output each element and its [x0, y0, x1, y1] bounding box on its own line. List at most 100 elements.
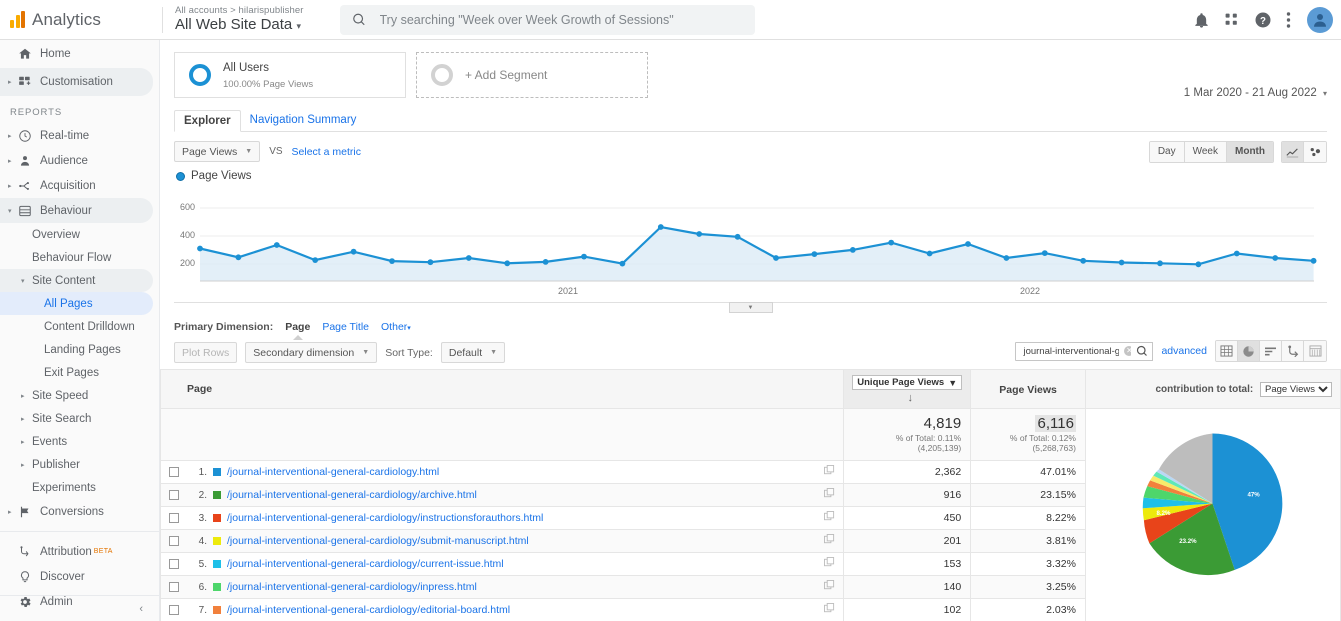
column-header-unique-page-views[interactable]: Unique Page Views ▼ ↓ [843, 369, 972, 409]
table-search-box[interactable]: ✕ [1015, 341, 1140, 361]
apps-grid-icon[interactable] [1224, 12, 1240, 28]
row-checkbox[interactable] [169, 467, 179, 477]
contribution-pie-chart[interactable]: 47% 23.2% 8.2% [1084, 408, 1341, 621]
table-search-input[interactable] [1021, 344, 1122, 358]
advanced-link[interactable]: advanced [1161, 345, 1207, 357]
sort-type-dropdown[interactable]: Default ▼ [440, 342, 506, 363]
open-in-new-window-icon[interactable] [824, 488, 839, 502]
sidebar-item-audience[interactable]: ▸ Audience [0, 148, 159, 173]
row-number: 5. [198, 558, 207, 570]
more-options-icon[interactable] [1286, 11, 1291, 29]
granularity-month[interactable]: Month [1227, 142, 1273, 162]
row-page-link[interactable]: /journal-interventional-general-cardiolo… [227, 466, 439, 478]
help-icon[interactable]: ? [1254, 11, 1272, 29]
row-page-link[interactable]: /journal-interventional-general-cardiolo… [227, 558, 504, 570]
tab-navigation-summary[interactable]: Navigation Summary [241, 110, 366, 131]
sidebar-item-all-pages[interactable]: All Pages [0, 292, 153, 315]
motion-chart-icon[interactable] [1304, 142, 1326, 162]
table-search-button[interactable] [1131, 341, 1154, 361]
tab-explorer[interactable]: Explorer [174, 110, 241, 132]
granularity-week[interactable]: Week [1184, 142, 1227, 162]
notifications-icon[interactable] [1193, 12, 1210, 29]
sidebar-item-label: Experiments [32, 481, 96, 494]
row-checkbox[interactable] [169, 490, 179, 500]
sidebar-item-real-time[interactable]: ▸ Real-time [0, 123, 159, 148]
secondary-dimension-dropdown[interactable]: Secondary dimension ▼ [245, 342, 378, 363]
open-in-new-window-icon[interactable] [824, 534, 839, 548]
date-range-picker[interactable]: 1 Mar 2020 - 21 Aug 2022 ▾ [1184, 87, 1327, 99]
analytics-logo[interactable]: Analytics [0, 10, 160, 30]
account-selector[interactable]: All accounts > hilarispublisher All Web … [175, 5, 304, 34]
property-selector[interactable]: All Web Site Data ▾ [175, 16, 304, 34]
row-checkbox-wrap [161, 467, 187, 477]
sidebar-item-overview[interactable]: Overview [0, 223, 159, 246]
sidebar-item-publisher[interactable]: ▸ Publisher [0, 453, 159, 476]
add-segment-button[interactable]: + Add Segment [416, 52, 648, 98]
sidebar-item-conversions[interactable]: ▸ Conversions [0, 499, 159, 524]
primary-metric-dropdown[interactable]: Page Views ▼ [174, 141, 261, 162]
sidebar-item-exit-pages[interactable]: Exit Pages [0, 361, 159, 384]
row-checkbox[interactable] [169, 559, 179, 569]
date-range-label: 1 Mar 2020 - 21 Aug 2022 [1183, 87, 1317, 99]
sidebar-item-discover[interactable]: Discover [0, 564, 159, 589]
open-in-new-window-icon[interactable] [824, 603, 839, 617]
dimension-page-title[interactable]: Page Title [322, 321, 369, 333]
search-input[interactable] [377, 11, 743, 28]
row-checkbox[interactable] [169, 582, 179, 592]
page-views-line-chart[interactable]: 600 400 200 2021 2022 [174, 186, 1327, 296]
sidebar-item-behaviour-flow[interactable]: Behaviour Flow [0, 246, 159, 269]
sidebar-item-site-search[interactable]: ▸ Site Search [0, 407, 159, 430]
sidebar-item-attribution[interactable]: Attribution BETA [0, 539, 159, 564]
pie-view-icon[interactable] [1238, 341, 1260, 361]
slider-handle[interactable]: ▼ [728, 302, 773, 313]
column-header-page-views[interactable]: Page Views [970, 369, 1086, 409]
open-in-new-window-icon[interactable] [824, 580, 839, 594]
flag-icon [18, 505, 40, 519]
performance-view-icon[interactable] [1260, 341, 1282, 361]
sidebar-item-landing-pages[interactable]: Landing Pages [0, 338, 159, 361]
open-in-new-window-icon[interactable] [824, 557, 839, 571]
add-segment-label: + Add Segment [465, 68, 548, 82]
dimension-page[interactable]: Page [285, 321, 310, 333]
y-tick-200: 200 [180, 258, 196, 268]
segment-all-users[interactable]: All Users 100.00% Page Views [174, 52, 406, 98]
sidebar-item-content-drilldown[interactable]: Content Drilldown [0, 315, 159, 338]
dimension-other[interactable]: Other▾ [381, 321, 411, 333]
sidebar-collapse-button[interactable]: ‹ [0, 595, 159, 621]
row-checkbox[interactable] [169, 605, 179, 615]
row-page-link[interactable]: /journal-interventional-general-cardiolo… [227, 489, 477, 501]
table-controls: Plot Rows Secondary dimension ▼ Sort Typ… [160, 333, 1341, 363]
avatar[interactable] [1307, 7, 1333, 33]
sidebar-item-acquisition[interactable]: ▸ Acquisition [0, 173, 159, 198]
sidebar-item-events[interactable]: ▸ Events [0, 430, 159, 453]
sidebar-item-behaviour[interactable]: ▾ Behaviour [0, 198, 153, 223]
row-page-link[interactable]: /journal-interventional-general-cardiolo… [227, 604, 510, 616]
open-in-new-window-icon[interactable] [824, 510, 839, 525]
row-page-link[interactable]: /journal-interventional-general-cardiolo… [227, 535, 529, 547]
sidebar-item-experiments[interactable]: Experiments [0, 476, 159, 499]
pivot-view-icon[interactable] [1304, 341, 1326, 361]
open-in-new-window-icon[interactable] [824, 465, 839, 479]
table-view-icon[interactable] [1216, 341, 1238, 361]
sidebar-item-site-speed[interactable]: ▸ Site Speed [0, 384, 159, 407]
chart-range-slider[interactable]: ▼ [174, 302, 1327, 314]
sidebar-item-site-content[interactable]: ▾ Site Content [0, 269, 153, 292]
row-page-link[interactable]: /journal-interventional-general-cardiolo… [227, 581, 477, 593]
global-search[interactable] [339, 4, 755, 35]
row-page-link[interactable]: /journal-interventional-general-cardiolo… [227, 512, 543, 524]
row-color-swatch [213, 537, 221, 545]
sidebar-item-home[interactable]: Home [0, 40, 159, 68]
select-a-metric-link[interactable]: Select a metric [292, 146, 361, 158]
row-checkbox[interactable] [169, 536, 179, 546]
plot-rows-button[interactable]: Plot Rows [174, 342, 238, 363]
comparison-view-icon[interactable] [1282, 341, 1304, 361]
column-header-page[interactable]: Page [160, 369, 845, 409]
row-color-swatch [213, 491, 221, 499]
contribution-metric-select[interactable]: Page Views [1260, 381, 1332, 397]
granularity-day[interactable]: Day [1149, 142, 1185, 162]
row-checkbox[interactable] [169, 513, 179, 523]
sidebar-item-customisation[interactable]: ▸ Customisation [0, 68, 153, 96]
sort-descending-icon[interactable]: ↓ [907, 392, 913, 404]
line-chart-icon[interactable] [1282, 142, 1304, 162]
unique-page-views-dropdown[interactable]: Unique Page Views ▼ [852, 375, 963, 390]
